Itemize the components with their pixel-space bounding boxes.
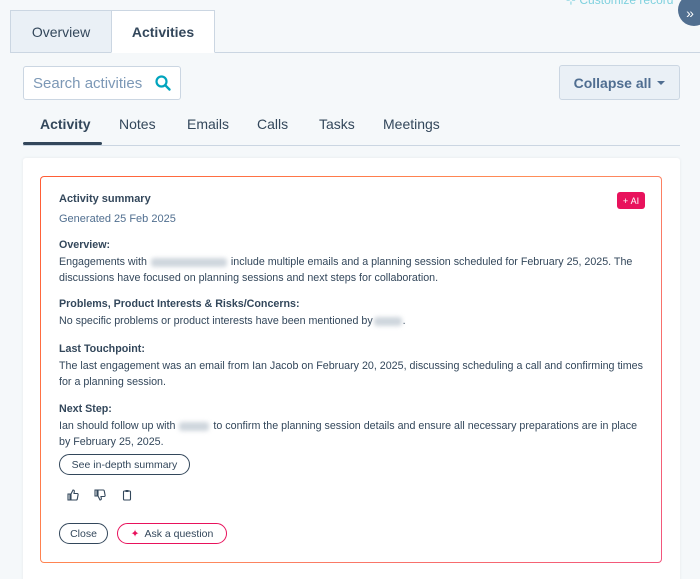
sparkle-icon: +: [622, 195, 629, 206]
tabs-divider: [214, 52, 700, 53]
tab-calls[interactable]: Calls: [257, 116, 288, 132]
redacted-name: [179, 421, 210, 431]
touchpoint-text: The last engagement was an email from Ia…: [59, 360, 643, 388]
overview-text: Engagements with include multiple emails…: [59, 256, 633, 284]
thumbs-down-icon[interactable]: [94, 489, 106, 501]
ai-badge-label: AI: [630, 195, 640, 206]
customize-record-link[interactable]: ⊹ Customize record: [566, 0, 673, 7]
ai-badge: + AI: [617, 192, 645, 209]
feedback-actions: [67, 489, 133, 501]
thumbs-up-icon[interactable]: [67, 489, 79, 501]
top-tabs: Overview Activities: [10, 10, 215, 53]
close-button[interactable]: Close: [59, 523, 108, 544]
overview-heading: Overview:: [59, 239, 111, 251]
problems-text: No specific problems or product interest…: [59, 315, 406, 327]
tab-meetings[interactable]: Meetings: [383, 116, 440, 132]
active-tab-indicator: [23, 142, 102, 145]
summary-generated-date: Generated 25 Feb 2025: [59, 213, 176, 225]
activity-summary-panel: Activity summary Generated 25 Feb 2025 +…: [40, 176, 662, 563]
next-step-section: Next Step: Ian should follow up with to …: [59, 401, 649, 450]
summary-title: Activity summary: [59, 193, 151, 205]
problems-heading: Problems, Product Interests & Risks/Conc…: [59, 298, 300, 310]
ask-question-label: Ask a question: [144, 527, 214, 540]
search-icon[interactable]: [154, 74, 172, 92]
caret-down-icon: [657, 80, 666, 85]
tab-activities[interactable]: Activities: [111, 10, 215, 53]
tab-activity[interactable]: Activity: [40, 116, 91, 132]
touchpoint-heading: Last Touchpoint:: [59, 343, 145, 355]
expand-panel-button[interactable]: »: [678, 0, 700, 26]
overview-section: Overview: Engagements with include multi…: [59, 237, 649, 286]
double-chevron-icon: »: [686, 4, 694, 21]
tab-overview[interactable]: Overview: [10, 10, 111, 53]
tab-emails[interactable]: Emails: [187, 116, 229, 132]
sparkle-icon: ✦: [130, 527, 140, 540]
activity-card: Activity summary Generated 25 Feb 2025 +…: [23, 158, 680, 579]
search-box: [23, 66, 181, 100]
see-in-depth-summary-button[interactable]: See in-depth summary: [59, 454, 190, 475]
problems-section: Problems, Product Interests & Risks/Conc…: [59, 296, 649, 329]
copy-icon[interactable]: [121, 489, 133, 501]
ask-question-button[interactable]: ✦ Ask a question: [117, 523, 227, 544]
next-step-text: Ian should follow up with to confirm the…: [59, 420, 638, 448]
tab-tasks[interactable]: Tasks: [319, 116, 355, 132]
redacted-name: [150, 257, 227, 267]
tab-notes[interactable]: Notes: [119, 116, 156, 132]
collapse-all-label: Collapse all: [573, 74, 652, 91]
activity-tabs: Activity Notes Emails Calls Tasks Meetin…: [23, 112, 680, 146]
redacted-name: [373, 316, 402, 326]
collapse-all-button[interactable]: Collapse all: [559, 65, 680, 100]
touchpoint-section: Last Touchpoint: The last engagement was…: [59, 341, 649, 390]
search-input[interactable]: [33, 74, 154, 92]
next-step-heading: Next Step:: [59, 403, 112, 415]
